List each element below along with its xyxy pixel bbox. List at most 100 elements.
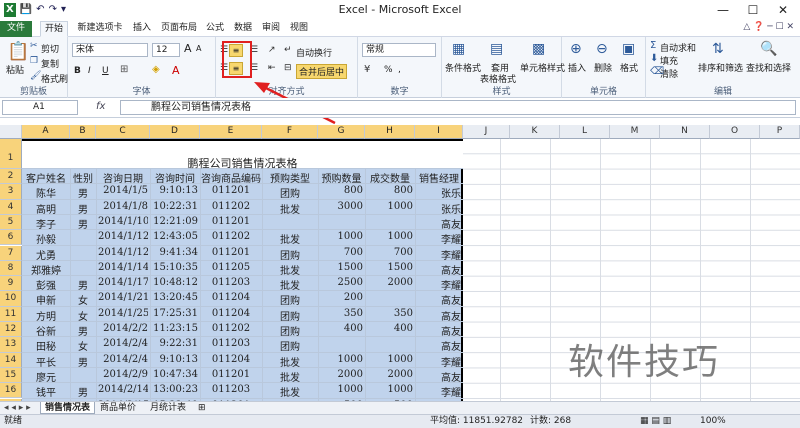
data-cell[interactable]: 钱平 bbox=[24, 384, 68, 399]
data-cell[interactable]: 团购 bbox=[264, 338, 316, 353]
data-cell[interactable]: 3000 bbox=[320, 201, 363, 212]
data-cell[interactable]: 1500 bbox=[320, 262, 363, 273]
data-cell[interactable]: 高明 bbox=[24, 201, 68, 216]
data-cell[interactable]: 2500 bbox=[320, 277, 363, 288]
data-cell[interactable]: 2000 bbox=[367, 277, 413, 288]
data-cell[interactable]: 2014/2/2 bbox=[98, 323, 148, 334]
header-cell[interactable]: 客户姓名 bbox=[23, 170, 69, 185]
name-box[interactable]: A1 bbox=[2, 100, 78, 115]
data-cell[interactable]: 011201 bbox=[202, 247, 260, 258]
data-cell[interactable]: 批发 bbox=[264, 277, 316, 292]
data-cell[interactable]: 高友 bbox=[417, 369, 461, 384]
data-cell[interactable]: 批发 bbox=[264, 354, 316, 369]
data-cell[interactable]: 011201 bbox=[202, 185, 260, 196]
select-all-corner[interactable] bbox=[0, 125, 22, 139]
data-cell[interactable]: 男 bbox=[72, 185, 94, 200]
data-cell[interactable]: 平长 bbox=[24, 354, 68, 369]
column-header-P[interactable]: P bbox=[760, 125, 800, 139]
new-sheet-icon[interactable]: ⊞ bbox=[194, 402, 210, 414]
header-cell[interactable]: 咨询日期 bbox=[97, 170, 149, 185]
data-cell[interactable]: 男 bbox=[72, 277, 94, 292]
column-header-J[interactable]: J bbox=[463, 125, 510, 139]
column-header-G[interactable]: G bbox=[318, 125, 365, 139]
data-cell[interactable]: 11:23:15 bbox=[152, 323, 198, 334]
data-cell[interactable]: 彭强 bbox=[24, 277, 68, 292]
header-cell[interactable]: 预购类型 bbox=[263, 170, 317, 185]
data-cell[interactable]: 1500 bbox=[367, 262, 413, 273]
data-cell[interactable]: 011205 bbox=[202, 262, 260, 273]
data-cell[interactable]: 011204 bbox=[202, 292, 260, 303]
row-header-13[interactable]: 13 bbox=[0, 337, 22, 353]
column-header-K[interactable]: K bbox=[510, 125, 560, 139]
column-header-B[interactable]: B bbox=[70, 125, 96, 139]
data-cell[interactable]: 方明 bbox=[24, 308, 68, 323]
data-cell[interactable]: 高友 bbox=[417, 216, 461, 231]
data-cell[interactable]: 男 bbox=[72, 216, 94, 231]
sheet-tab-prices[interactable]: 商品单价 bbox=[96, 402, 140, 414]
data-cell[interactable]: 10:22:31 bbox=[152, 201, 198, 212]
data-cell[interactable]: 高友 bbox=[417, 323, 461, 338]
header-cell[interactable]: 咨询时间 bbox=[151, 170, 199, 185]
sheet-tab-sales[interactable]: 销售情况表 bbox=[40, 402, 96, 414]
data-cell[interactable]: 廖元 bbox=[24, 369, 68, 384]
column-header-H[interactable]: H bbox=[365, 125, 415, 139]
data-cell[interactable]: 团购 bbox=[264, 323, 316, 338]
data-cell[interactable]: 高友 bbox=[417, 338, 461, 353]
data-cell[interactable]: 2014/1/12 bbox=[98, 247, 148, 258]
data-cell[interactable]: 李子 bbox=[24, 216, 68, 231]
data-cell[interactable]: 011201 bbox=[202, 369, 260, 380]
data-cell[interactable]: 1000 bbox=[320, 354, 363, 365]
data-cell[interactable]: 10:47:34 bbox=[152, 369, 198, 380]
data-cell[interactable]: 张乐 bbox=[417, 185, 461, 200]
data-cell[interactable]: 批发 bbox=[264, 369, 316, 384]
data-cell[interactable]: 批发 bbox=[264, 262, 316, 277]
data-cell[interactable]: 2014/1/14 bbox=[98, 262, 148, 273]
view-buttons-icon[interactable]: ▦ ▤ ▥ bbox=[640, 415, 671, 428]
zoom-level[interactable]: 100% bbox=[700, 415, 726, 428]
data-cell[interactable]: 陈华 bbox=[24, 185, 68, 200]
data-cell[interactable]: 女 bbox=[72, 338, 94, 353]
data-cell[interactable]: 800 bbox=[367, 185, 413, 196]
data-cell[interactable]: 2014/1/21 bbox=[98, 292, 148, 303]
data-cell[interactable]: 团购 bbox=[264, 308, 316, 323]
data-cell[interactable]: 400 bbox=[320, 323, 363, 334]
row-header-4[interactable]: 4 bbox=[0, 199, 22, 215]
row-header-14[interactable]: 14 bbox=[0, 352, 22, 368]
data-cell[interactable]: 011202 bbox=[202, 201, 260, 212]
data-cell[interactable]: 高友 bbox=[417, 308, 461, 323]
row-header-9[interactable]: 9 bbox=[0, 276, 22, 292]
data-cell[interactable]: 2014/1/17 bbox=[98, 277, 148, 288]
column-header-C[interactable]: C bbox=[96, 125, 150, 139]
data-cell[interactable]: 011204 bbox=[202, 308, 260, 319]
sheet-nav-icon[interactable]: ◂ ◂ ▸ ▸ bbox=[0, 402, 35, 414]
row-header-16[interactable]: 16 bbox=[0, 383, 22, 399]
data-cell[interactable]: 高友 bbox=[417, 262, 461, 277]
row-header-10[interactable]: 10 bbox=[0, 291, 22, 307]
row-header-5[interactable]: 5 bbox=[0, 214, 22, 231]
row-header-15[interactable]: 15 bbox=[0, 367, 22, 384]
data-cell[interactable]: 1000 bbox=[320, 231, 363, 242]
data-cell[interactable]: 011202 bbox=[202, 323, 260, 334]
data-cell[interactable]: 李耀 bbox=[417, 354, 461, 369]
column-header-D[interactable]: D bbox=[150, 125, 200, 139]
data-cell[interactable]: 2014/2/14 bbox=[98, 384, 148, 395]
data-cell[interactable]: 批发 bbox=[264, 231, 316, 246]
data-cell[interactable]: 团购 bbox=[264, 247, 316, 262]
data-cell[interactable]: 700 bbox=[320, 247, 363, 258]
column-header-O[interactable]: O bbox=[710, 125, 760, 139]
data-cell[interactable]: 350 bbox=[367, 308, 413, 319]
data-cell[interactable]: 700 bbox=[367, 247, 413, 258]
data-cell[interactable]: 2014/2/4 bbox=[98, 338, 148, 349]
data-cell[interactable]: 1000 bbox=[320, 384, 363, 395]
data-cell[interactable]: 011203 bbox=[202, 277, 260, 288]
data-cell[interactable]: 011201 bbox=[202, 216, 260, 227]
data-cell[interactable]: 申新 bbox=[24, 292, 68, 307]
data-cell[interactable]: 女 bbox=[72, 308, 94, 323]
data-cell[interactable]: 800 bbox=[320, 185, 363, 196]
function-icon[interactable]: fx bbox=[96, 101, 105, 112]
data-cell[interactable]: 男 bbox=[72, 354, 94, 369]
data-cell[interactable]: 2000 bbox=[320, 369, 363, 380]
data-cell[interactable]: 郑雅婷 bbox=[24, 262, 68, 277]
data-cell[interactable]: 400 bbox=[367, 323, 413, 334]
data-cell[interactable]: 2014/2/4 bbox=[98, 354, 148, 365]
